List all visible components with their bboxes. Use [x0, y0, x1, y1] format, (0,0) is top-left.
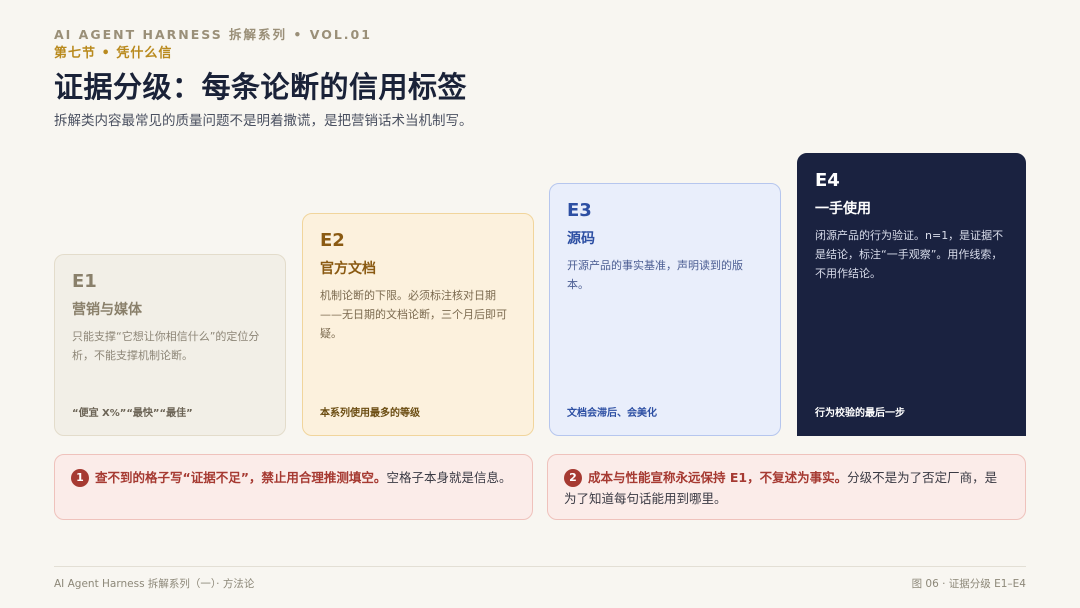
note-number-badge: 2: [564, 469, 582, 487]
level-footnote: 本系列使用最多的等级: [320, 408, 420, 419]
level-footnote: 行为校验的最后一步: [815, 408, 905, 419]
level-name: 一手使用: [815, 201, 871, 217]
page-subtitle: 拆解类内容最常见的质量问题不是明着撒谎，是把营销话术当机制写。: [54, 113, 473, 129]
level-footnote: “便宜 X%”“最快”“最佳”: [72, 408, 193, 419]
footer-series: AI Agent Harness 拆解系列（一）· 方法论: [54, 578, 255, 590]
page-title: 证据分级：每条论断的信用标签: [54, 70, 468, 104]
rule-note-2: 2 成本与性能宣称永远保持 E1，不复述为事实。分级不是为了否定厂商，是为了知道每…: [547, 454, 1026, 520]
series-kicker: AI AGENT HARNESS 拆解系列 • VOL.01: [54, 27, 372, 42]
level-description: 开源产品的事实基准，声明读到的版本。: [567, 259, 743, 291]
evidence-card-e1: E1 营销与媒体 只能支撑“它想让你相信什么”的定位分析，不能支撑机制论断。 “…: [54, 254, 286, 436]
level-name: 营销与媒体: [72, 302, 142, 318]
level-description: 机制论断的下限。必须标注核对日期——无日期的文档论断，三个月后即可疑。: [320, 289, 507, 340]
level-code: E1: [72, 271, 97, 292]
note-text: 空格子本身就是信息。: [386, 470, 512, 485]
level-code: E3: [567, 200, 592, 221]
evidence-card-e3: E3 源码 开源产品的事实基准，声明读到的版本。 文档会滞后、会美化: [549, 183, 781, 436]
level-code: E4: [815, 170, 840, 191]
level-description: 只能支撑“它想让你相信什么”的定位分析，不能支撑机制论断。: [72, 330, 260, 362]
footer-divider: [54, 566, 1026, 567]
evidence-card-e4: E4 一手使用 闭源产品的行为验证。n=1，是证据不是结论，标注“一手观察”。用…: [797, 153, 1026, 436]
footer-figure-label: 图 06 · 证据分级 E1–E4: [911, 578, 1026, 590]
section-label: 第七节 • 凭什么信: [54, 46, 173, 61]
rule-note-1: 1 查不到的格子写“证据不足”，禁止用合理推测填空。空格子本身就是信息。: [54, 454, 533, 520]
level-description: 闭源产品的行为验证。n=1，是证据不是结论，标注“一手观察”。用作线索，不用作结…: [815, 229, 1004, 280]
note-emphasis: 成本与性能宣称永远保持 E1，不复述为事实。: [588, 470, 848, 485]
level-footnote: 文档会滞后、会美化: [567, 408, 657, 419]
level-code: E2: [320, 230, 345, 251]
level-name: 官方文档: [320, 261, 376, 277]
evidence-card-e2: E2 官方文档 机制论断的下限。必须标注核对日期——无日期的文档论断，三个月后即…: [302, 213, 534, 436]
note-number-badge: 1: [71, 469, 89, 487]
level-name: 源码: [567, 231, 595, 247]
note-emphasis: 查不到的格子写“证据不足”，禁止用合理推测填空。: [95, 470, 387, 485]
